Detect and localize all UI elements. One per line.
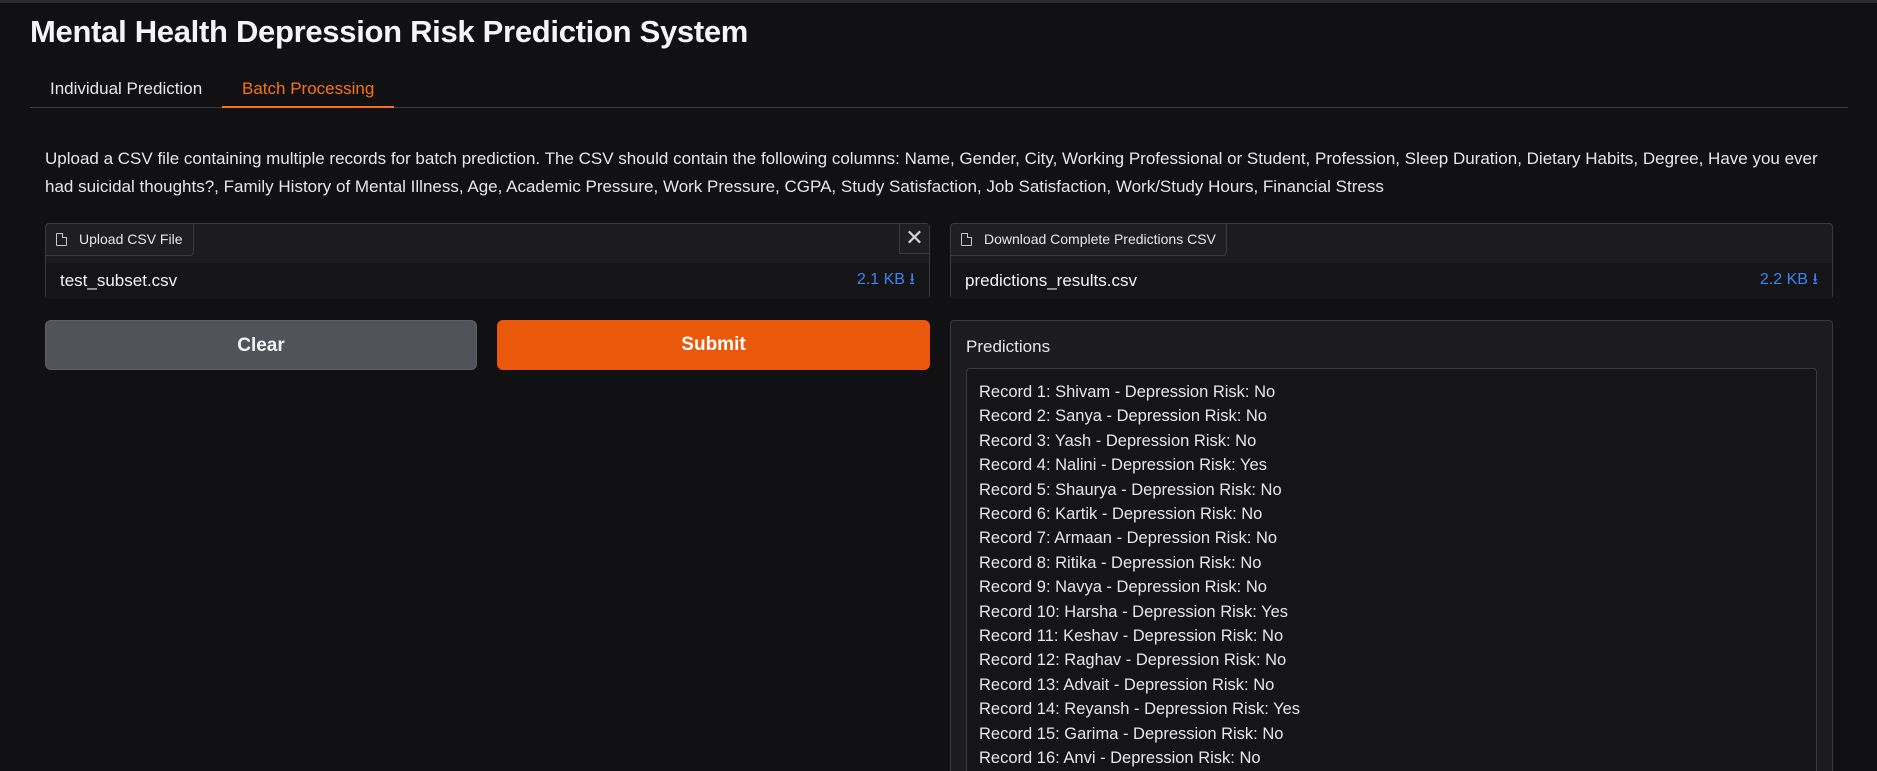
prediction-line: Record 7: Armaan - Depression Risk: No bbox=[979, 529, 1278, 548]
prediction-line: Record 12: Raghav - Depression Risk: No bbox=[979, 651, 1287, 670]
file-icon bbox=[56, 233, 67, 246]
batch-description: Upload a CSV file containing multiple re… bbox=[45, 149, 1818, 196]
prediction-line: Record 3: Yash - Depression Risk: No bbox=[979, 431, 1257, 450]
prediction-line: Record 13: Advait - Depression Risk: No bbox=[979, 675, 1275, 694]
prediction-line: Record 8: Ritika - Depression Risk: No bbox=[979, 553, 1262, 572]
prediction-line: Record 6: Kartik - Depression Risk: No bbox=[979, 505, 1263, 524]
predictions-textbox[interactable]: Record 1: Shivam - Depression Risk: No R… bbox=[966, 368, 1817, 771]
page-title: Mental Health Depression Risk Prediction… bbox=[30, 14, 749, 49]
upload-csv-panel[interactable]: Upload CSV File ✕ test_subset.csv 2.1 KB… bbox=[45, 223, 930, 299]
result-file-download-link[interactable]: 2.2 KB ⭳ bbox=[1760, 268, 1818, 295]
download-csv-panel: Download Complete Predictions CSV predic… bbox=[950, 223, 1833, 299]
upload-csv-label: Upload CSV File bbox=[79, 231, 183, 247]
prediction-line: Record 1: Shivam - Depression Risk: No bbox=[979, 383, 1276, 401]
upload-csv-label-badge: Upload CSV File bbox=[46, 224, 194, 256]
prediction-line: Record 14: Reyansh - Depression Risk: Ye… bbox=[979, 700, 1300, 719]
prediction-line: Record 11: Keshav - Depression Risk: No bbox=[979, 627, 1284, 646]
prediction-line: Record 5: Shaurya - Depression Risk: No bbox=[979, 480, 1282, 499]
uploaded-file-name: test_subset.csv bbox=[60, 271, 178, 290]
result-file-row: predictions_results.csv 2.2 KB ⭳ bbox=[951, 263, 1832, 299]
uploaded-file-download-link[interactable]: 2.1 KB ⭳ bbox=[857, 268, 915, 295]
download-csv-label: Download Complete Predictions CSV bbox=[984, 231, 1216, 247]
top-border bbox=[0, 0, 1877, 3]
prediction-line: Record 10: Harsha - Depression Risk: Yes bbox=[979, 602, 1289, 621]
predictions-panel: Predictions Record 1: Shivam - Depressio… bbox=[950, 320, 1833, 771]
predictions-label: Predictions bbox=[966, 337, 1051, 356]
result-file-name: predictions_results.csv bbox=[965, 271, 1137, 290]
submit-button[interactable]: Submit bbox=[497, 320, 930, 370]
prediction-line: Record 15: Garima - Depression Risk: No bbox=[979, 724, 1284, 743]
close-icon[interactable]: ✕ bbox=[899, 224, 929, 254]
tab-bar: Individual Prediction Batch Processing bbox=[30, 72, 1848, 108]
tab-batch-processing[interactable]: Batch Processing bbox=[222, 72, 395, 108]
clear-button[interactable]: Clear bbox=[45, 320, 477, 370]
prediction-line: Record 9: Navya - Depression Risk: No bbox=[979, 578, 1267, 597]
tab-individual-prediction[interactable]: Individual Prediction bbox=[30, 72, 222, 108]
uploaded-file-row: test_subset.csv 2.1 KB ⭳ bbox=[46, 263, 929, 299]
download-csv-label-badge: Download Complete Predictions CSV bbox=[951, 224, 1227, 256]
prediction-line: Record 16: Anvi - Depression Risk: No bbox=[979, 749, 1261, 768]
file-icon bbox=[961, 233, 972, 246]
prediction-line: Record 4: Nalini - Depression Risk: Yes bbox=[979, 456, 1267, 475]
prediction-line: Record 2: Sanya - Depression Risk: No bbox=[979, 407, 1267, 426]
